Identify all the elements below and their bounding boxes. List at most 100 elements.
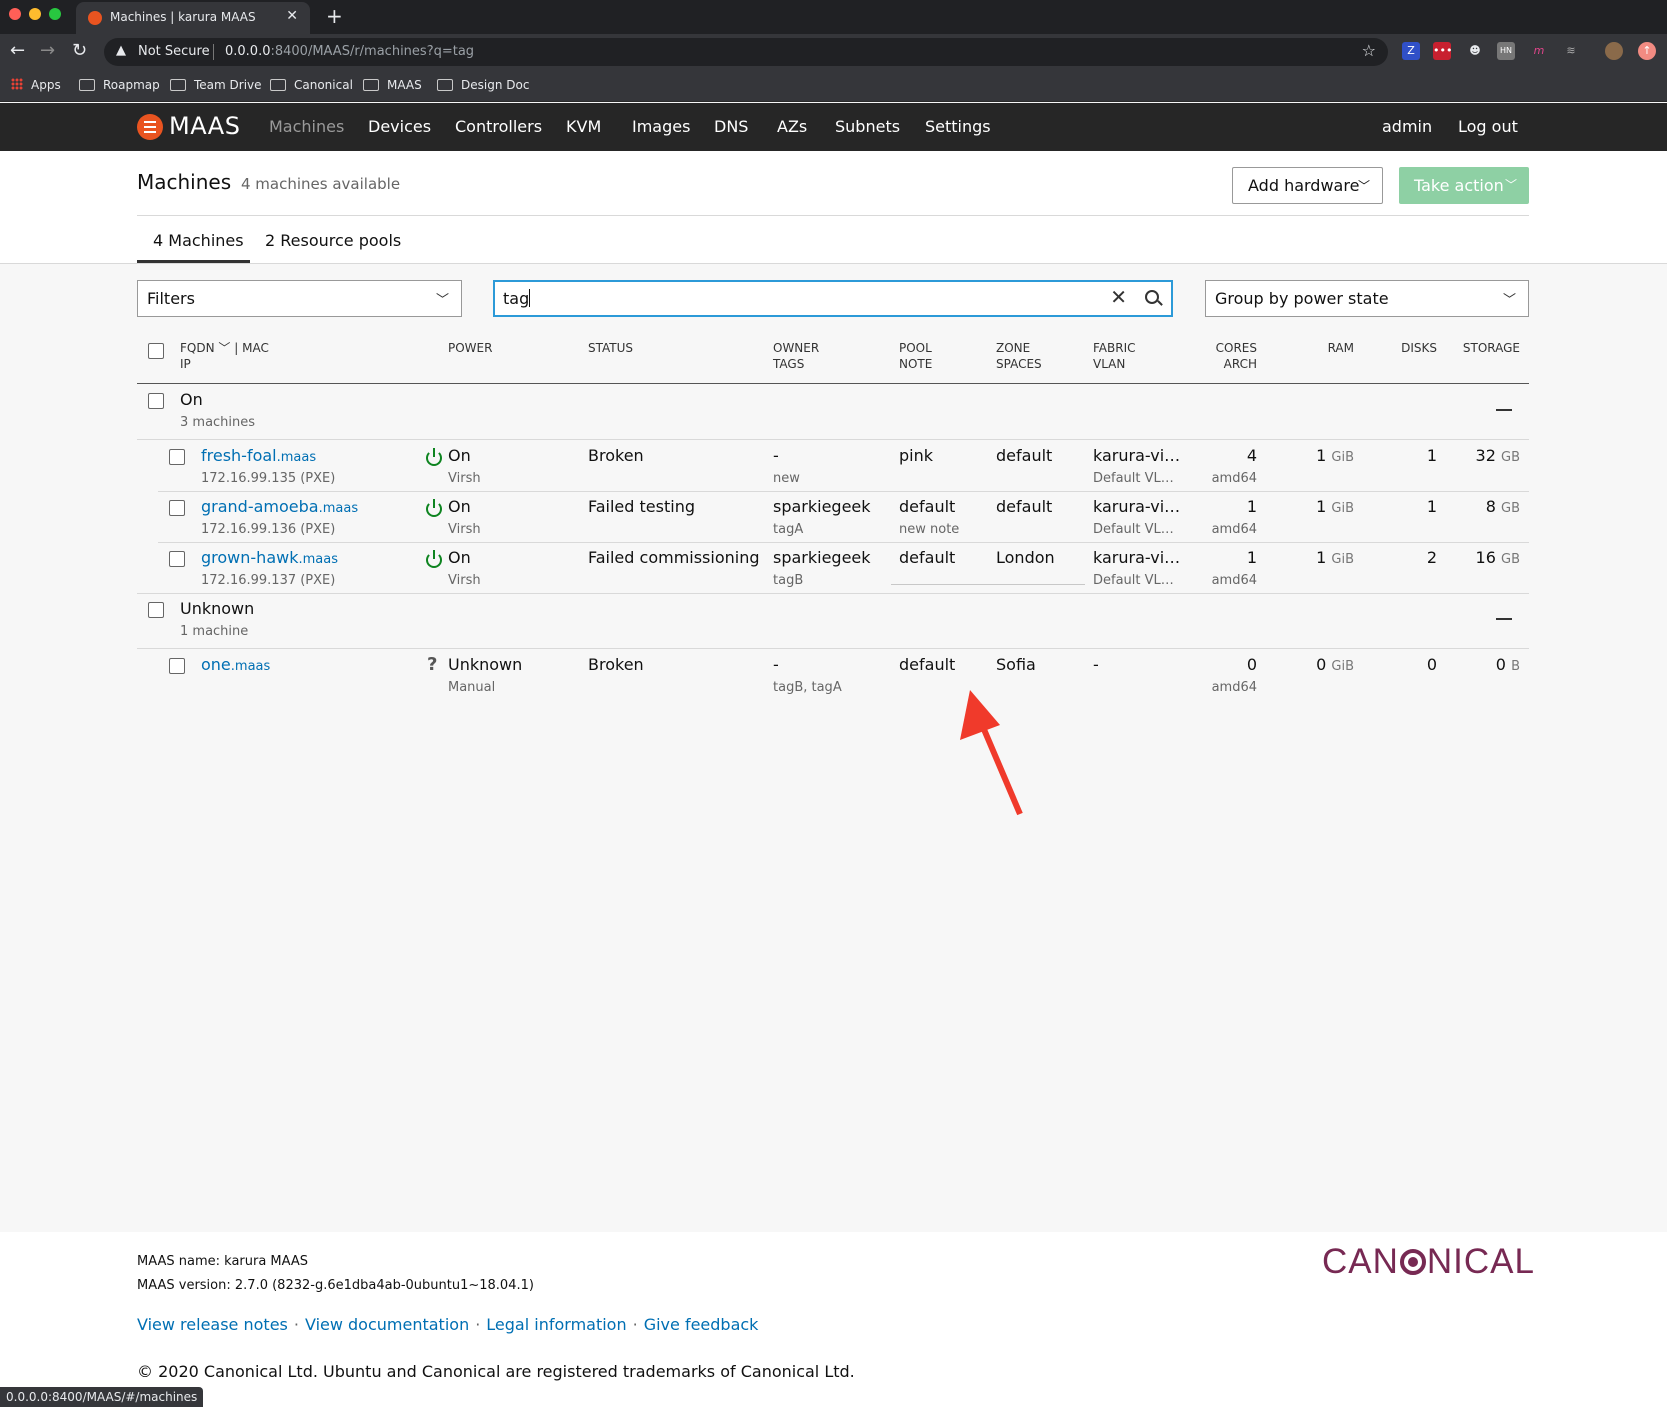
mail-extension-icon[interactable]: m bbox=[1530, 42, 1548, 60]
tab-resource-pools[interactable]: 2 Resource pools bbox=[265, 231, 401, 250]
canonical-logo-left: CAN bbox=[1322, 1242, 1399, 1281]
collapse-group-icon[interactable] bbox=[1496, 409, 1512, 411]
machine-fqdn-link[interactable]: grown-hawk.maas bbox=[201, 548, 338, 567]
bookmark-apps[interactable]: Apps bbox=[11, 78, 61, 92]
tab-machines[interactable]: 4 Machines bbox=[153, 231, 244, 250]
new-tab-icon[interactable]: + bbox=[326, 4, 343, 28]
mac-label[interactable]: | MAC bbox=[234, 341, 269, 355]
maas-logo-text[interactable]: MAAS bbox=[169, 112, 240, 140]
maximize-window-icon[interactable] bbox=[49, 8, 61, 20]
clear-search-icon[interactable]: ✕ bbox=[1110, 285, 1127, 309]
row-divider bbox=[158, 491, 1529, 492]
header-storage[interactable]: STORAGE bbox=[1455, 340, 1520, 356]
machine-fabric: karura-vi… bbox=[1093, 497, 1181, 516]
group-on-checkbox[interactable] bbox=[148, 393, 164, 409]
header-fqdn[interactable]: FQDN ﹀ | MAC bbox=[180, 340, 269, 356]
browser-tab[interactable]: Machines | karura MAAS ✕ bbox=[76, 2, 310, 34]
search-icon[interactable] bbox=[1145, 290, 1159, 304]
update-icon[interactable]: ↑ bbox=[1638, 42, 1656, 60]
machine-note[interactable]: new note bbox=[899, 522, 959, 537]
bookmark-design-doc[interactable]: Design Doc bbox=[437, 78, 529, 92]
legal-information-link[interactable]: Legal information bbox=[486, 1315, 626, 1334]
nav-kvm[interactable]: KVM bbox=[566, 117, 601, 136]
group-unknown-checkbox[interactable] bbox=[148, 602, 164, 618]
filters-dropdown[interactable]: Filters ﹀ bbox=[137, 280, 462, 317]
header-owner[interactable]: OWNER bbox=[773, 340, 819, 356]
machine-ip: 172.16.99.137 (PXE) bbox=[201, 573, 336, 588]
header-ram[interactable]: RAM bbox=[1300, 340, 1354, 356]
machine-zone[interactable]: Sofia bbox=[996, 655, 1036, 674]
bookmark-roapmap[interactable]: Roapmap bbox=[79, 78, 160, 92]
row-checkbox[interactable] bbox=[169, 500, 185, 516]
lastpass-extension-icon[interactable]: ••• bbox=[1433, 42, 1452, 60]
nav-user[interactable]: admin bbox=[1382, 117, 1432, 136]
zotero-extension-icon[interactable]: Z bbox=[1402, 42, 1420, 60]
nav-logout[interactable]: Log out bbox=[1458, 117, 1518, 136]
forward-icon[interactable]: → bbox=[40, 40, 55, 61]
minimize-window-icon[interactable] bbox=[29, 8, 41, 20]
bookmark-maas[interactable]: MAAS bbox=[363, 78, 422, 92]
machine-pool[interactable]: default bbox=[899, 655, 955, 674]
row-checkbox[interactable] bbox=[169, 449, 185, 465]
machine-zone[interactable]: London bbox=[996, 548, 1055, 567]
extension-icon[interactable]: ☻ bbox=[1466, 42, 1484, 60]
machine-zone[interactable]: default bbox=[996, 446, 1052, 465]
nav-settings[interactable]: Settings bbox=[925, 117, 991, 136]
profile-avatar-icon[interactable] bbox=[1605, 42, 1623, 60]
maas-version-line: MAAS version: 2.7.0 (8232-g.6e1dba4ab-0u… bbox=[137, 1278, 534, 1293]
add-hardware-button[interactable]: Add hardware ﹀ bbox=[1232, 167, 1383, 204]
storage-unit: GB bbox=[1501, 501, 1520, 516]
machines-available-count: 4 machines available bbox=[241, 175, 401, 193]
nav-subnets[interactable]: Subnets bbox=[835, 117, 900, 136]
row-checkbox[interactable] bbox=[169, 658, 185, 674]
header-pool[interactable]: POOL bbox=[899, 340, 932, 356]
row-checkbox[interactable] bbox=[169, 551, 185, 567]
nav-controllers[interactable]: Controllers bbox=[455, 117, 542, 136]
close-tab-icon[interactable]: ✕ bbox=[286, 8, 298, 24]
layers-extension-icon[interactable]: ≋ bbox=[1562, 42, 1580, 60]
close-window-icon[interactable] bbox=[9, 8, 21, 20]
bookmark-label: Apps bbox=[31, 78, 61, 92]
browser-tabbar: Machines | karura MAAS ✕ + bbox=[0, 0, 1667, 34]
nav-images[interactable]: Images bbox=[632, 117, 690, 136]
machine-pool[interactable]: default bbox=[899, 497, 955, 516]
machine-domain: .maas bbox=[318, 501, 359, 516]
machine-ram: 1 GiB bbox=[1290, 446, 1354, 465]
give-feedback-link[interactable]: Give feedback bbox=[644, 1315, 759, 1334]
header-power[interactable]: POWER bbox=[448, 340, 492, 356]
header-status[interactable]: STATUS bbox=[588, 340, 633, 356]
header-zone[interactable]: ZONE bbox=[996, 340, 1030, 356]
header-cores[interactable]: CORES bbox=[1200, 340, 1257, 356]
group-by-select[interactable]: Group by power state ﹀ bbox=[1205, 280, 1529, 317]
nav-devices[interactable]: Devices bbox=[368, 117, 431, 136]
search-input[interactable]: tag ✕ bbox=[493, 280, 1173, 317]
select-all-checkbox[interactable] bbox=[148, 343, 164, 359]
header-fabric[interactable]: FABRIC bbox=[1093, 340, 1136, 356]
release-notes-link[interactable]: View release notes bbox=[137, 1315, 288, 1334]
nav-azs[interactable]: AZs bbox=[777, 117, 807, 136]
machine-pool[interactable]: default bbox=[899, 548, 955, 567]
nav-machines[interactable]: Machines bbox=[269, 117, 344, 136]
table-header-divider bbox=[137, 383, 1529, 384]
address-bar[interactable]: ▲ Not Secure 0.0.0.0:8400/MAAS/r/machine… bbox=[104, 38, 1388, 66]
reload-icon[interactable]: ↻ bbox=[72, 40, 87, 61]
bookmark-canonical[interactable]: Canonical bbox=[270, 78, 353, 92]
machine-fqdn-link[interactable]: one.maas bbox=[201, 655, 270, 674]
header-disks[interactable]: DISKS bbox=[1390, 340, 1437, 356]
collapse-group-icon[interactable] bbox=[1496, 618, 1512, 620]
back-icon[interactable]: ← bbox=[10, 40, 25, 61]
documentation-link[interactable]: View documentation bbox=[305, 1315, 469, 1334]
machine-ip: 172.16.99.135 (PXE) bbox=[201, 471, 336, 486]
machine-status: Broken bbox=[588, 655, 644, 674]
machine-fqdn-link[interactable]: grand-amoeba.maas bbox=[201, 497, 358, 516]
machine-pool[interactable]: pink bbox=[899, 446, 933, 465]
maas-version-value: 2.7.0 (8232-g.6e1dba4ab-0ubuntu1~18.04.1… bbox=[234, 1278, 534, 1293]
canonical-logo[interactable]: CAN NICAL bbox=[1322, 1242, 1535, 1282]
machine-zone[interactable]: default bbox=[996, 497, 1052, 516]
bookmark-team-drive[interactable]: Team Drive bbox=[170, 78, 262, 92]
hn-extension-icon[interactable]: HN bbox=[1497, 42, 1515, 60]
nav-dns[interactable]: DNS bbox=[714, 117, 748, 136]
take-action-button[interactable]: Take action ﹀ bbox=[1399, 167, 1529, 204]
machine-fqdn-link[interactable]: fresh-foal.maas bbox=[201, 446, 316, 465]
bookmark-star-icon[interactable]: ☆ bbox=[1362, 41, 1376, 60]
